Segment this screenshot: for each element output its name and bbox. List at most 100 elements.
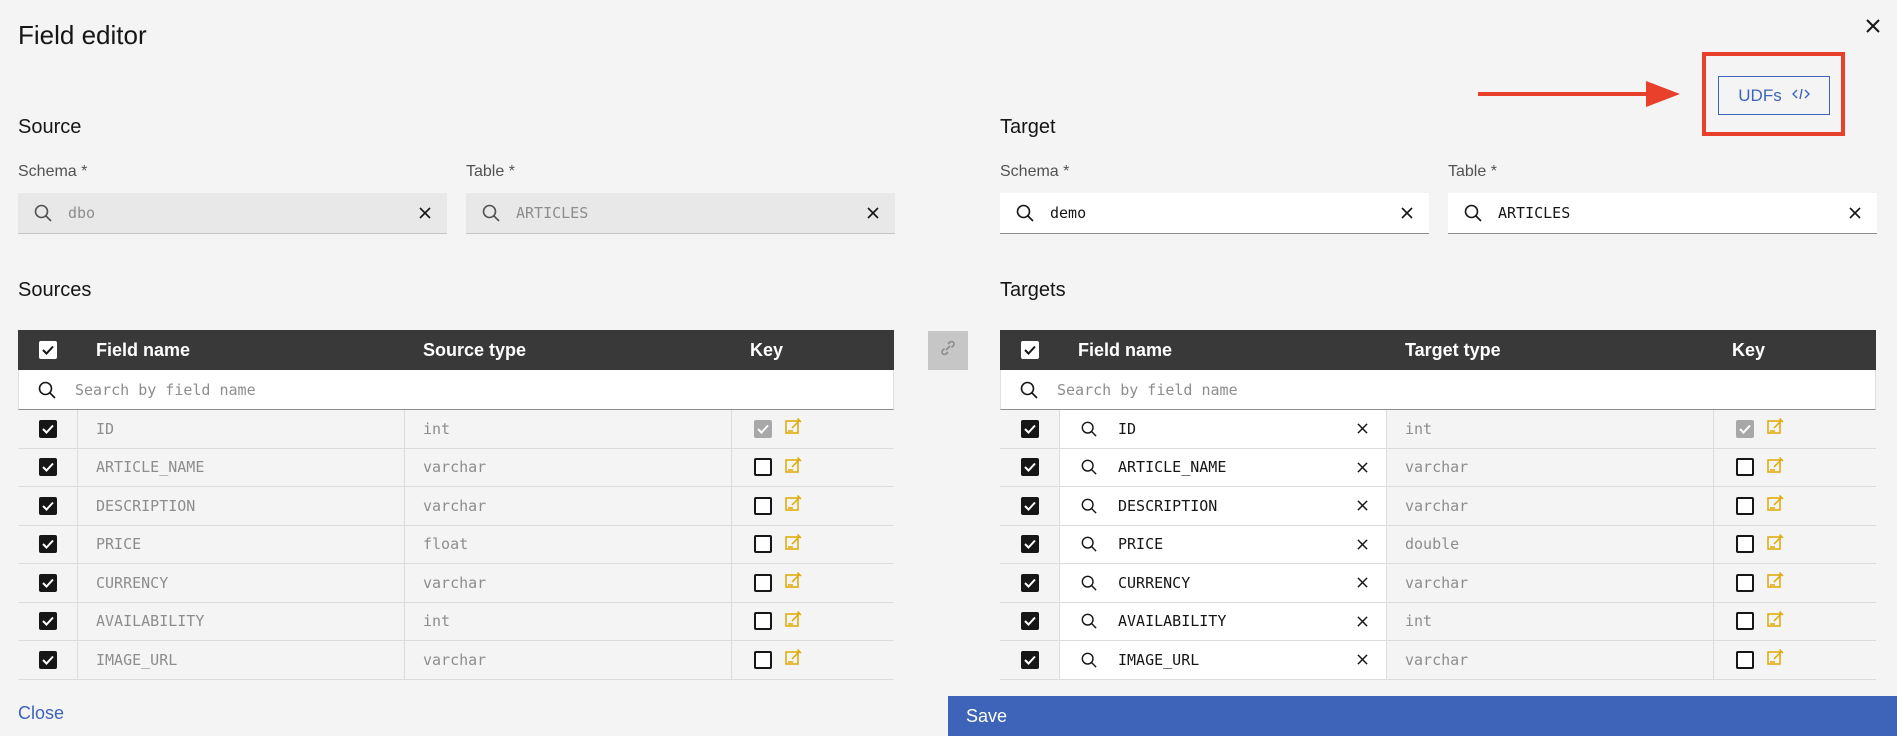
row-select-checkbox[interactable]: [1020, 612, 1039, 631]
row-select-checkbox[interactable]: [1020, 535, 1039, 554]
target-field-input[interactable]: ARTICLE_NAME: [1060, 448, 1387, 486]
key-checkbox[interactable]: [1736, 496, 1754, 515]
column-header-field-name[interactable]: Field name: [78, 340, 405, 361]
table-header: Field name Target type Key: [1000, 330, 1876, 370]
table-row: ID int: [18, 410, 894, 449]
edit-icon[interactable]: [784, 494, 802, 517]
table-row: PRICE double: [1000, 525, 1876, 564]
field-type: varchar: [405, 448, 732, 486]
edit-icon[interactable]: [1766, 571, 1784, 594]
clear-icon[interactable]: [403, 207, 447, 219]
key-checkbox[interactable]: [754, 458, 772, 477]
edit-icon[interactable]: [784, 533, 802, 556]
search-placeholder: Search by field name: [75, 380, 256, 399]
link-button[interactable]: [928, 331, 968, 370]
edit-icon[interactable]: [1766, 456, 1784, 479]
column-header-key[interactable]: Key: [1714, 340, 1876, 361]
column-header-target-type[interactable]: Target type: [1387, 340, 1714, 361]
clear-icon[interactable]: [1338, 500, 1386, 511]
close-button[interactable]: Close: [18, 703, 64, 724]
row-select-checkbox[interactable]: [1020, 458, 1039, 477]
key-checkbox[interactable]: [1736, 535, 1754, 554]
row-select-checkbox[interactable]: [38, 535, 57, 554]
key-checkbox[interactable]: [754, 612, 772, 631]
key-checkbox[interactable]: [1736, 573, 1754, 592]
targets-search-input[interactable]: Search by field name: [1000, 370, 1876, 410]
field-type: int: [405, 410, 732, 448]
clear-icon[interactable]: [1338, 616, 1386, 627]
clear-icon[interactable]: [1338, 654, 1386, 665]
source-schema-value: dbo: [68, 204, 96, 222]
row-select-checkbox[interactable]: [38, 496, 57, 515]
clear-icon[interactable]: [1338, 423, 1386, 434]
table-row: IMAGE_URL varchar: [1000, 641, 1876, 680]
target-field-input[interactable]: DESCRIPTION: [1060, 487, 1387, 525]
clear-icon[interactable]: [1385, 207, 1429, 219]
row-select-checkbox[interactable]: [38, 419, 57, 438]
target-field-input[interactable]: AVAILABILITY: [1060, 602, 1387, 640]
edit-icon[interactable]: [784, 571, 802, 594]
select-all-checkbox[interactable]: [39, 341, 57, 359]
field-name: DESCRIPTION: [78, 487, 405, 525]
edit-icon[interactable]: [1766, 648, 1784, 671]
clear-icon[interactable]: [1338, 577, 1386, 588]
edit-icon[interactable]: [1766, 610, 1784, 633]
column-header-field-name[interactable]: Field name: [1060, 340, 1387, 361]
target-field-input[interactable]: CURRENCY: [1060, 564, 1387, 602]
field-name: IMAGE_URL: [78, 641, 405, 679]
row-select-checkbox[interactable]: [1020, 573, 1039, 592]
key-checkbox: [754, 419, 772, 438]
row-select-checkbox[interactable]: [38, 650, 57, 669]
column-header-source-type[interactable]: Source type: [405, 340, 732, 361]
target-field-input[interactable]: PRICE: [1060, 525, 1387, 563]
search-icon: [1060, 613, 1118, 629]
row-select-checkbox[interactable]: [38, 458, 57, 477]
edit-icon[interactable]: [1766, 417, 1784, 440]
search-icon: [1060, 459, 1118, 475]
targets-table: Field name Target type Key Search by fie…: [1000, 330, 1876, 680]
key-checkbox[interactable]: [754, 650, 772, 669]
select-all-checkbox[interactable]: [1021, 341, 1039, 359]
sources-search-input[interactable]: Search by field name: [18, 370, 894, 410]
source-table-label: Table *: [466, 163, 515, 180]
udfs-button[interactable]: UDFs: [1718, 76, 1830, 115]
source-schema-input[interactable]: dbo: [18, 193, 447, 234]
close-icon[interactable]: [1861, 14, 1885, 38]
edit-icon[interactable]: [1766, 533, 1784, 556]
key-checkbox[interactable]: [754, 573, 772, 592]
key-checkbox[interactable]: [1736, 612, 1754, 631]
key-checkbox[interactable]: [754, 496, 772, 515]
field-name: PRICE: [78, 525, 405, 563]
field-name: CURRENCY: [1118, 573, 1191, 592]
save-button[interactable]: Save: [948, 696, 1897, 736]
clear-icon[interactable]: [851, 207, 895, 219]
field-name: IMAGE_URL: [1118, 650, 1200, 669]
target-field-input[interactable]: ID: [1060, 410, 1387, 448]
column-header-key[interactable]: Key: [732, 340, 894, 361]
target-table-input[interactable]: ARTICLES: [1448, 193, 1877, 234]
key-checkbox[interactable]: [1736, 650, 1754, 669]
clear-icon[interactable]: [1338, 462, 1386, 473]
sources-table: Field name Source type Key Search by fie…: [18, 330, 894, 680]
clear-icon[interactable]: [1833, 207, 1877, 219]
target-schema-input[interactable]: demo: [1000, 193, 1429, 234]
row-select-checkbox[interactable]: [1020, 496, 1039, 515]
key-checkbox[interactable]: [1736, 458, 1754, 477]
row-select-checkbox[interactable]: [38, 573, 57, 592]
row-select-checkbox[interactable]: [1020, 650, 1039, 669]
table-row: IMAGE_URL varchar: [18, 641, 894, 680]
edit-icon[interactable]: [784, 417, 802, 440]
target-field-input[interactable]: IMAGE_URL: [1060, 641, 1387, 679]
edit-icon[interactable]: [1766, 494, 1784, 517]
clear-icon[interactable]: [1338, 539, 1386, 550]
link-icon: [938, 338, 958, 363]
edit-icon[interactable]: [784, 648, 802, 671]
field-name: CURRENCY: [78, 564, 405, 602]
source-table-input[interactable]: ARTICLES: [466, 193, 895, 234]
row-select-checkbox[interactable]: [1020, 419, 1039, 438]
row-select-checkbox[interactable]: [38, 612, 57, 631]
key-checkbox[interactable]: [754, 535, 772, 554]
edit-icon[interactable]: [784, 610, 802, 633]
edit-icon[interactable]: [784, 456, 802, 479]
table-row: ID int: [1000, 410, 1876, 449]
